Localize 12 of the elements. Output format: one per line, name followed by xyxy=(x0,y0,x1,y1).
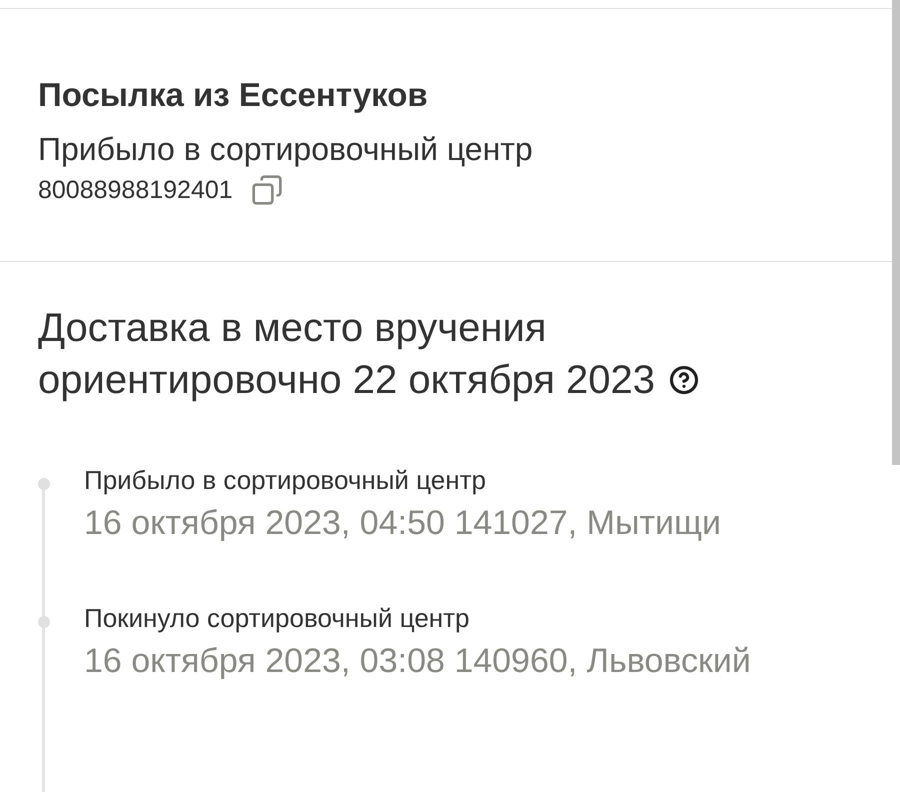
help-icon[interactable] xyxy=(669,365,700,395)
scrollbar[interactable] xyxy=(892,0,900,465)
copy-icon[interactable] xyxy=(250,174,283,206)
event-title: Покинуло сортировочный центр xyxy=(84,602,470,635)
delivery-estimate: ориентировочно 22 октября 2023 xyxy=(38,357,656,404)
event-title: Прибыло в сортировочный центр xyxy=(84,464,486,497)
parcel-status: Прибыло в сортировочный центр xyxy=(38,130,533,169)
parcel-title: Посылка из Ессентуков xyxy=(38,75,428,115)
event-details: 16 октября 2023, 03:08 140960, Львовский xyxy=(84,641,751,682)
delivery-heading: Доставка в место вручения xyxy=(38,305,546,352)
tracking-number: 80088988192401 xyxy=(38,175,233,206)
event-details: 16 октября 2023, 04:50 141027, Мытищи xyxy=(84,503,721,544)
